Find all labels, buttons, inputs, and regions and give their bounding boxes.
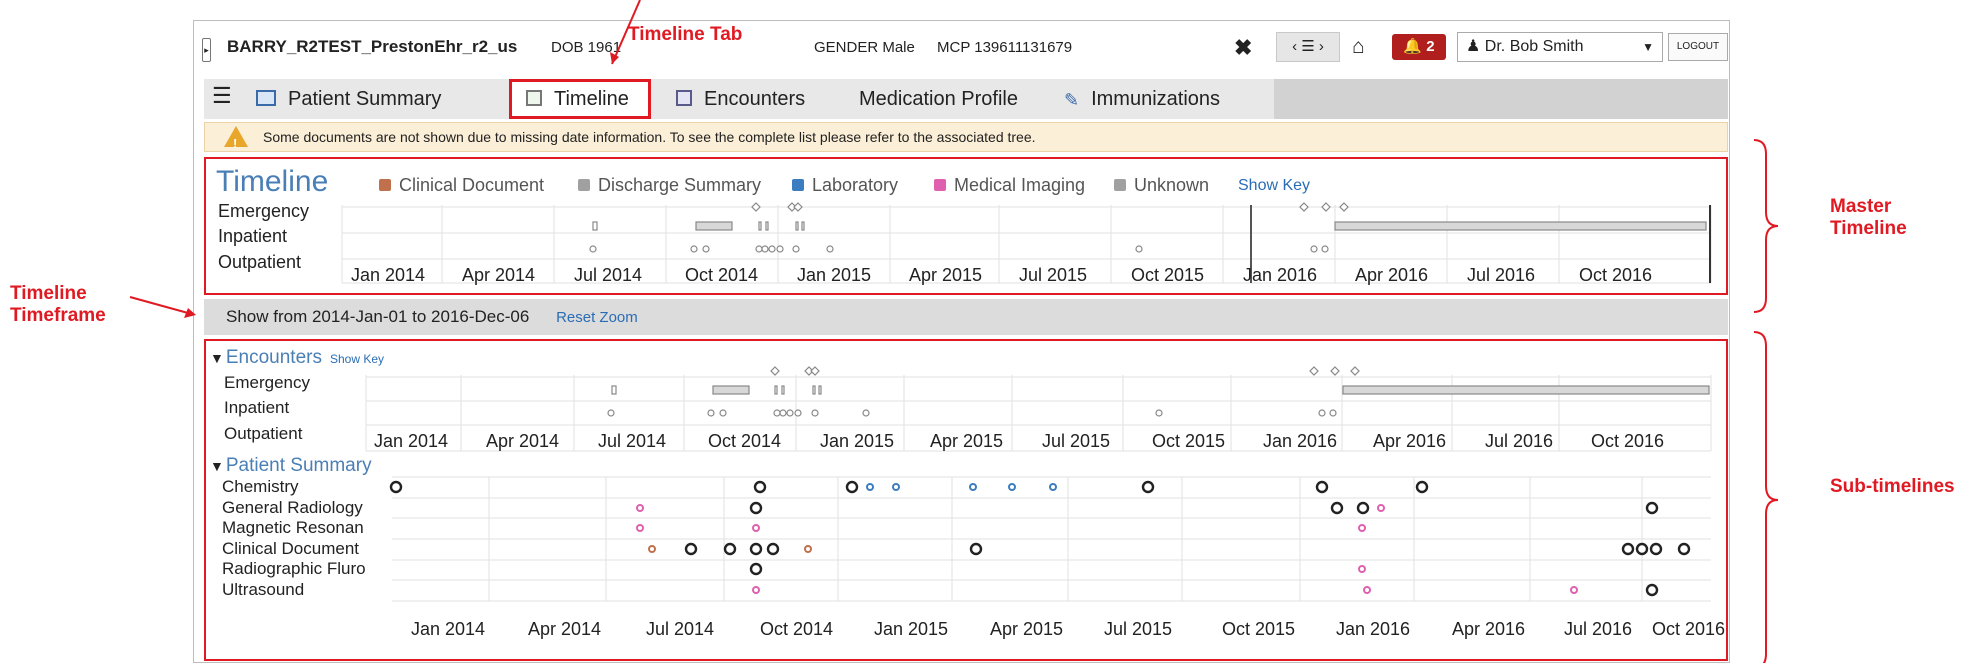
annotation-timeline-tab: Timeline Tab	[628, 24, 743, 45]
annotation-timeline-timeframe: Timeline Timeframe	[10, 283, 106, 326]
screenshot: ▸ BARRY_R2TEST_PrestonEhr_r2_us DOB 1961…	[0, 0, 1980, 663]
annotation-sub-timelines: Sub-timelines	[1830, 476, 1955, 497]
annotation-overlay	[129, 0, 1779, 663]
annotation-master-timeline: Master Timeline	[1830, 196, 1907, 239]
